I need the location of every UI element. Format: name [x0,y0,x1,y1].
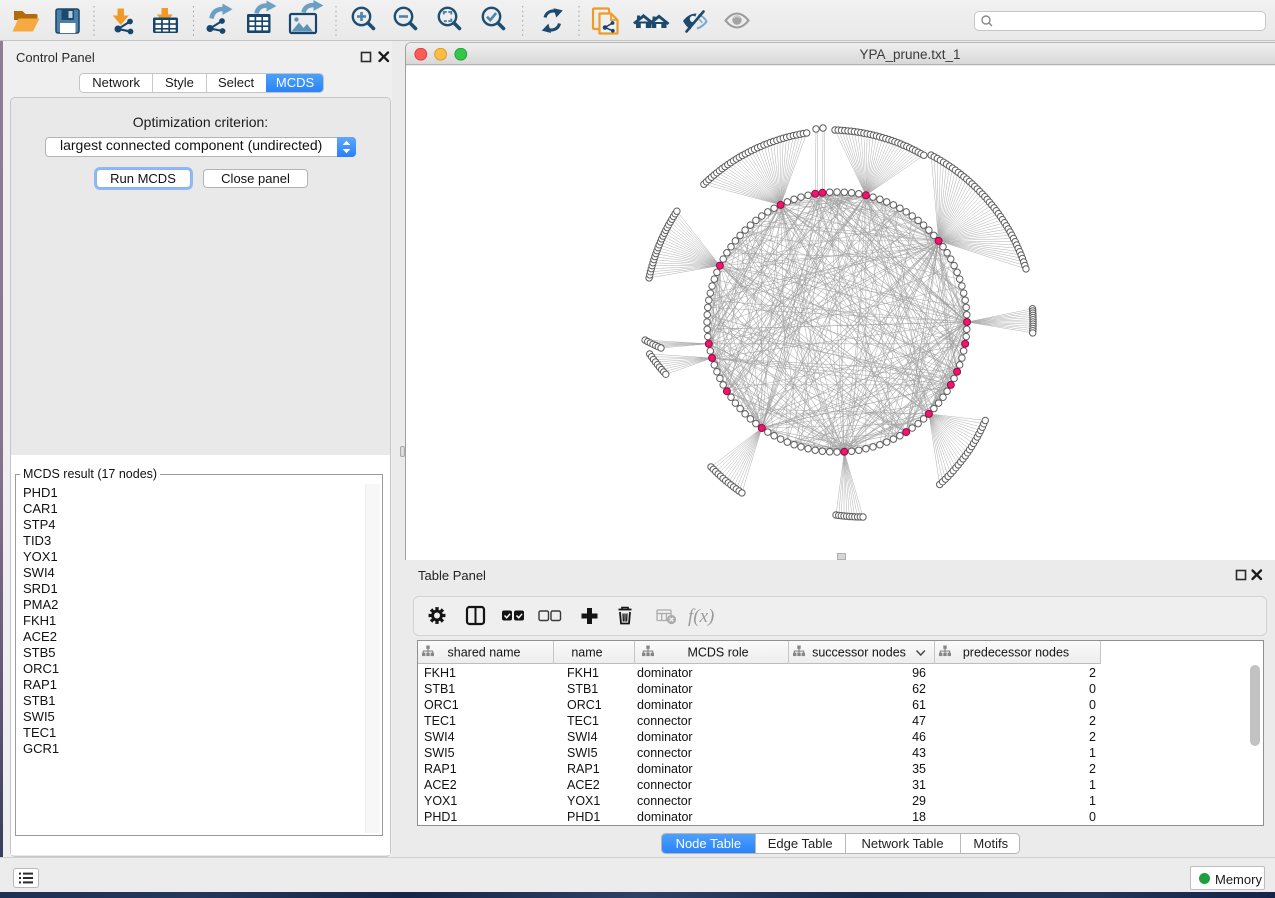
svg-text:f(x): f(x) [688,606,714,627]
svg-text:successor nodes: successor nodes [812,646,906,660]
svg-text:name: name [571,646,602,660]
svg-text:shared name: shared name [448,646,521,660]
svg-text:MCDS role: MCDS role [687,646,748,660]
svg-text:predecessor nodes: predecessor nodes [963,646,1069,660]
